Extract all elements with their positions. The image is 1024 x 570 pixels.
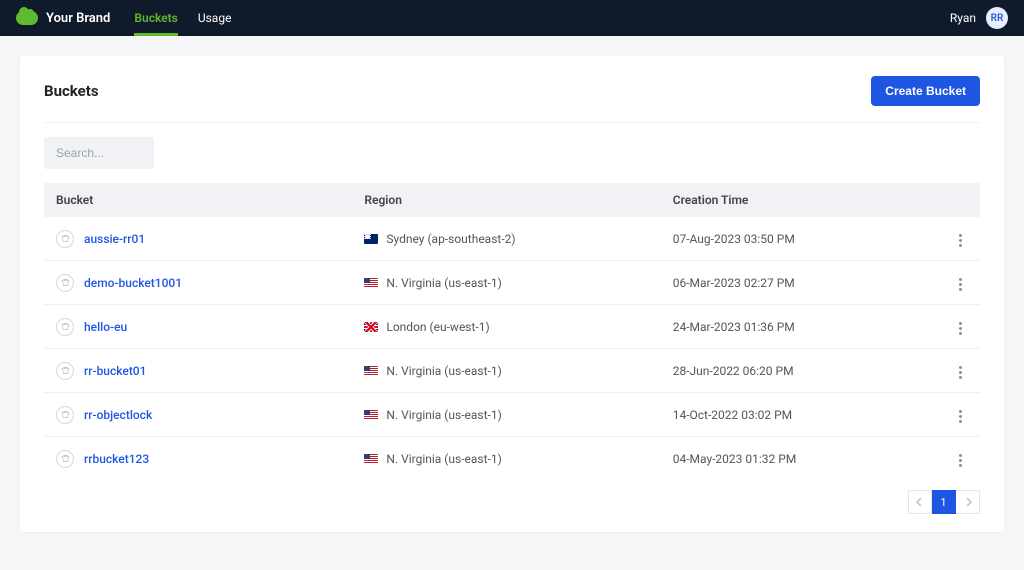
flag-icon <box>364 234 378 244</box>
flag-icon <box>364 366 378 376</box>
tab-usage[interactable]: Usage <box>198 0 232 36</box>
brand-name: Your Brand <box>46 11 110 26</box>
chevron-right-icon <box>964 498 972 506</box>
table-row: aussie-rr01 Sydney (ap-southeast-2) 07-Aug… <box>44 217 980 261</box>
region-label: N. Virginia (us-east-1) <box>386 452 501 466</box>
bucket-icon <box>56 318 74 336</box>
creation-time: 07-Aug-2023 03:50 PM <box>661 217 941 261</box>
row-actions-menu[interactable] <box>953 450 968 471</box>
nav-tabs: Buckets Usage <box>134 0 231 36</box>
region-label: London (eu-west-1) <box>386 320 489 334</box>
username[interactable]: Ryan <box>950 11 976 25</box>
chevron-left-icon <box>916 498 924 506</box>
creation-time: 06-Mar-2023 02:27 PM <box>661 261 941 305</box>
page-title: Buckets <box>44 82 99 100</box>
topbar-right: Ryan RR <box>950 7 1008 29</box>
flag-icon <box>364 278 378 288</box>
bucket-icon <box>56 362 74 380</box>
create-bucket-button[interactable]: Create Bucket <box>871 76 980 106</box>
region-label: N. Virginia (us-east-1) <box>386 408 501 422</box>
pagination: 1 <box>44 490 980 514</box>
row-actions-menu[interactable] <box>953 318 968 339</box>
creation-time: 04-May-2023 01:32 PM <box>661 437 941 481</box>
page-prev-button[interactable] <box>908 490 932 514</box>
search-row <box>44 137 980 169</box>
buckets-table: Bucket Region Creation Time aussie-rr01 S… <box>44 183 980 480</box>
table-row: rr-objectlock N. Virginia (us-east-1) 14-O… <box>44 393 980 437</box>
bucket-name-link[interactable]: hello-eu <box>84 320 127 334</box>
brand-logo-icon <box>16 11 38 25</box>
table-row: demo-bucket1001 N. Virginia (us-east-1) 06… <box>44 261 980 305</box>
region-label: Sydney (ap-southeast-2) <box>386 232 515 246</box>
table-row: rrbucket123 N. Virginia (us-east-1) 04-May… <box>44 437 980 481</box>
bucket-icon <box>56 230 74 248</box>
row-actions-menu[interactable] <box>953 362 968 383</box>
bucket-name-link[interactable]: rr-bucket01 <box>84 364 146 378</box>
bucket-name-link[interactable]: rrbucket123 <box>84 452 149 466</box>
region-label: N. Virginia (us-east-1) <box>386 364 501 378</box>
bucket-icon <box>56 406 74 424</box>
buckets-card: Buckets Create Bucket Bucket Region Crea… <box>20 56 1004 532</box>
bucket-icon <box>56 450 74 468</box>
creation-time: 14-Oct-2022 03:02 PM <box>661 393 941 437</box>
bucket-icon <box>56 274 74 292</box>
col-header-actions <box>941 183 980 217</box>
bucket-name-link[interactable]: rr-objectlock <box>84 408 152 422</box>
flag-icon <box>364 454 378 464</box>
page: Buckets Create Bucket Bucket Region Crea… <box>0 36 1024 552</box>
topbar: Your Brand Buckets Usage Ryan RR <box>0 0 1024 36</box>
flag-icon <box>364 410 378 420</box>
row-actions-menu[interactable] <box>953 274 968 295</box>
bucket-name-link[interactable]: aussie-rr01 <box>84 232 145 246</box>
col-header-region[interactable]: Region <box>352 183 660 217</box>
bucket-name-link[interactable]: demo-bucket1001 <box>84 276 182 290</box>
page-number-1[interactable]: 1 <box>932 490 956 514</box>
col-header-bucket[interactable]: Bucket <box>44 183 352 217</box>
search-input[interactable] <box>44 137 154 169</box>
flag-icon <box>364 322 378 332</box>
table-row: hello-eu London (eu-west-1) 24-Mar-2023 01… <box>44 305 980 349</box>
region-label: N. Virginia (us-east-1) <box>386 276 501 290</box>
creation-time: 28-Jun-2022 06:20 PM <box>661 349 941 393</box>
col-header-creation[interactable]: Creation Time <box>661 183 941 217</box>
table-row: rr-bucket01 N. Virginia (us-east-1) 28-Jun… <box>44 349 980 393</box>
tab-buckets[interactable]: Buckets <box>134 0 177 36</box>
avatar[interactable]: RR <box>986 7 1008 29</box>
row-actions-menu[interactable] <box>953 230 968 251</box>
row-actions-menu[interactable] <box>953 406 968 427</box>
creation-time: 24-Mar-2023 01:36 PM <box>661 305 941 349</box>
page-next-button[interactable] <box>956 490 980 514</box>
brand[interactable]: Your Brand <box>16 11 110 26</box>
card-header: Buckets Create Bucket <box>44 76 980 123</box>
